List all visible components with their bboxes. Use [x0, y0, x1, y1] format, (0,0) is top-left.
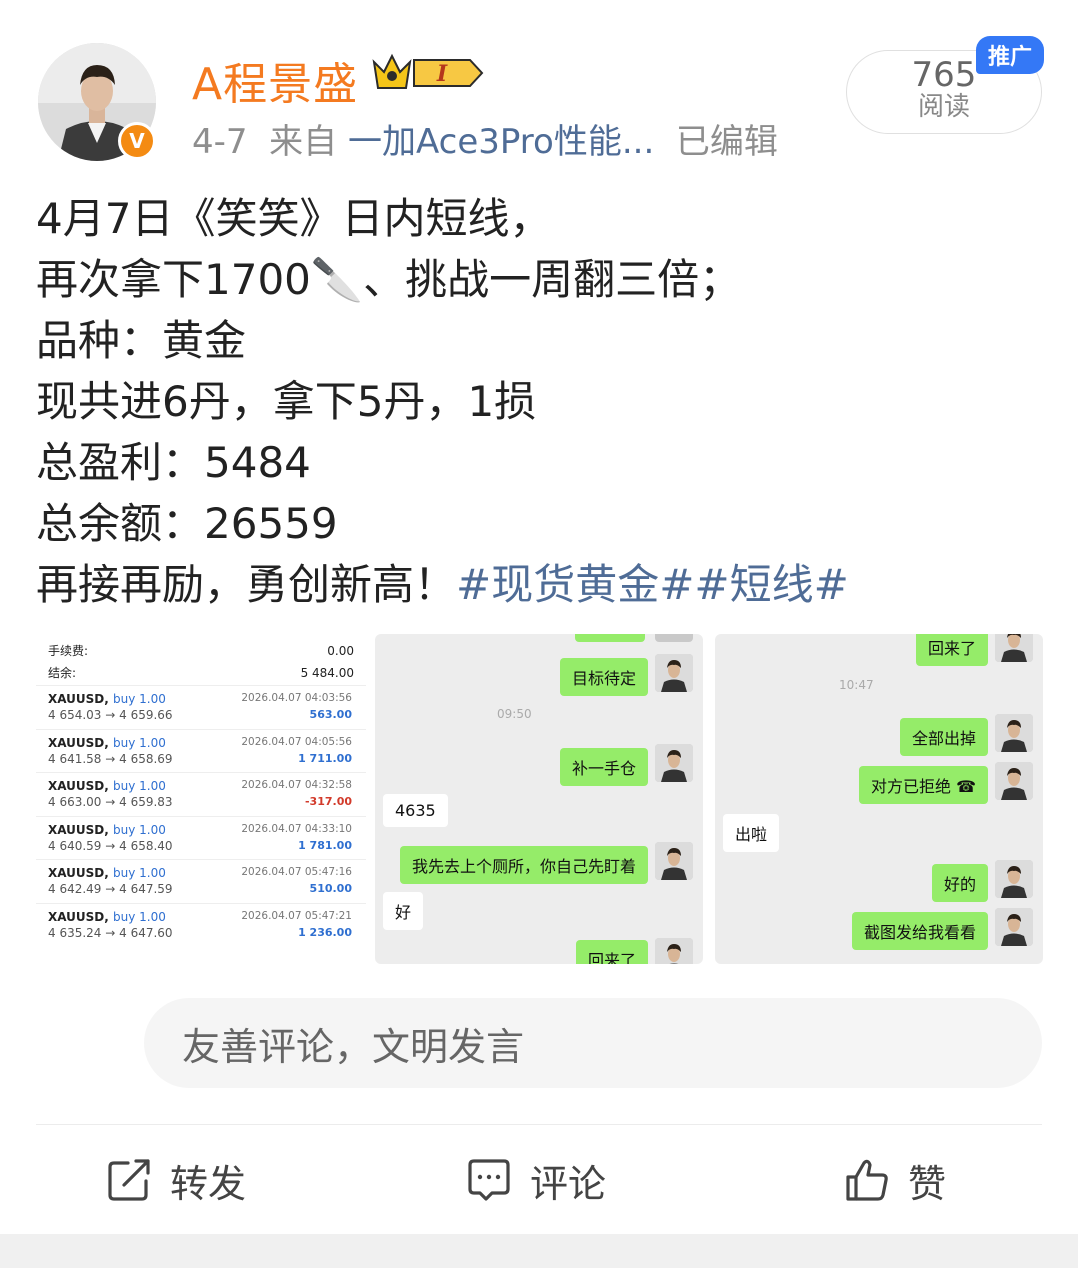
bottom-separator — [0, 1234, 1078, 1268]
trade-profit: 563.00 — [309, 708, 352, 721]
post-line: 品种：黄金 — [36, 316, 247, 365]
post-meta: 4-7 来自 一加Ace3Pro性能... 已编辑 — [192, 114, 778, 163]
chat-bubble-self: 回来了 — [915, 634, 988, 666]
trade-time: 2026.04.07 05:47:16 — [241, 866, 352, 878]
repost-button[interactable]: 转发 — [106, 1150, 246, 1210]
divider — [36, 1124, 1042, 1125]
trade-row: XAUUSD, buy 1.00 4 663.00 → 4 659.83 202… — [36, 773, 366, 817]
post-line: 现共进6丹，拿下5丹，1损 — [36, 377, 537, 426]
chat-bubble-self: 目标待定 — [559, 658, 648, 696]
fee-label: 手续费: — [48, 644, 89, 658]
post-date: 4-7 — [192, 122, 248, 162]
chat-avatar — [995, 860, 1033, 898]
like-label: 赞 — [908, 1161, 947, 1206]
post-line: 4月7日《笑笑》日内短线， — [36, 194, 552, 243]
post-source[interactable]: 一加Ace3Pro性能... — [348, 122, 654, 162]
phone-icon: ☎ — [956, 777, 976, 796]
chat-avatar — [655, 938, 693, 964]
trade-time: 2026.04.07 04:05:56 — [241, 735, 352, 748]
chat-time: 10:47 — [839, 678, 874, 692]
chat-avatar — [995, 714, 1033, 752]
username[interactable]: A程景盛 — [192, 48, 358, 112]
trade-row: XAUUSD, buy 1.00 4 635.24 → 4 647.60 202… — [36, 904, 366, 948]
trade-time: 2026.04.07 05:47:21 — [241, 909, 352, 922]
trade-profit: 1 781.00 — [298, 838, 352, 852]
comment-icon — [468, 1159, 510, 1201]
trade-symbol: XAUUSD, buy 1.00 — [48, 692, 166, 706]
trade-row: XAUUSD, buy 1.00 4 641.58 → 4 658.69 202… — [36, 730, 366, 773]
post-body: 4月7日《笑笑》日内短线， 再次拿下1700🔪、挑战一周翻三倍； 品种：黄金 现… — [36, 188, 1046, 615]
chat-avatar — [995, 762, 1033, 800]
chat-bubble-other: 好 — [383, 892, 424, 930]
chat-bubble-self: 好的 — [931, 864, 988, 902]
thumbs-up-icon — [846, 1159, 888, 1201]
trade-profit: 1 236.00 — [298, 925, 352, 939]
post-line-last: 再接再励，勇创新高！#现货黄金##短线# — [36, 554, 1046, 615]
trade-symbol: XAUUSD, buy 1.00 — [48, 909, 166, 924]
chat-avatar — [655, 842, 693, 880]
post-line: 总盈利：5484 — [36, 438, 311, 487]
trade-prices: 4 663.00 → 4 659.83 — [48, 795, 173, 809]
hashtag-link[interactable]: #现货黄金##短线# — [456, 560, 849, 609]
trade-time: 2026.04.07 04:33:10 — [241, 822, 352, 835]
chat-bubble-cut — [575, 634, 645, 642]
trade-row: XAUUSD, buy 1.00 4 642.49 → 4 647.59 202… — [36, 860, 366, 904]
edited-label[interactable]: 已编辑 — [676, 122, 778, 162]
chat-bubble-self: 补一手仓 — [559, 748, 648, 786]
comment-label: 评论 — [530, 1161, 607, 1206]
chat-avatar — [655, 744, 693, 782]
trade-row: XAUUSD, buy 1.00 4 640.59 → 4 658.40 202… — [36, 817, 366, 860]
trade-time: 2026.04.07 04:03:56 — [241, 692, 352, 704]
trade-symbol: XAUUSD, buy 1.00 — [48, 779, 166, 793]
trade-summary: 手续费: 0.00 结余: 5 484.00 — [36, 634, 366, 686]
chat-bubble-self: 回来了 — [575, 940, 648, 964]
trade-time: 2026.04.07 04:32:58 — [241, 779, 352, 791]
repost-label: 转发 — [170, 1161, 247, 1206]
trade-prices: 4 641.58 → 4 658.69 — [48, 751, 173, 766]
chat-bubble-other: 出啦 — [723, 814, 780, 852]
promote-badge[interactable]: 推广 — [976, 36, 1044, 74]
vip-level-text: I — [436, 61, 448, 87]
trade-symbol: XAUUSD, buy 1.00 — [48, 866, 166, 880]
post-image-chat-1[interactable]: 目标待定 09:50 补一手仓 4635 我先去上个厕所，你自己先盯着 好 回来… — [375, 634, 703, 964]
vip-crown-icon[interactable]: I — [370, 50, 488, 96]
chat-avatar — [655, 654, 693, 692]
chat-bubble-self: 对方已拒绝 ☎ — [858, 766, 988, 804]
trade-prices: 4 642.49 → 4 647.59 — [48, 882, 173, 896]
trade-profit: 510.00 — [309, 882, 352, 895]
chat-avatar — [995, 634, 1033, 662]
chat-avatar — [655, 634, 693, 642]
call-declined-text: 对方已拒绝 — [870, 777, 951, 796]
post-line: 再接再励，勇创新高！ — [36, 560, 457, 609]
trade-prices: 4 640.59 → 4 658.40 — [48, 838, 173, 853]
trade-prices: 4 654.03 → 4 659.66 — [48, 708, 173, 722]
trade-profit: -317.00 — [304, 795, 352, 808]
post-image-chat-2[interactable]: 回来了 10:47 全部出掉 对方已拒绝 ☎ 出啦 好的 截图发给我看看 — [715, 634, 1043, 964]
share-icon — [108, 1159, 150, 1201]
comment-button[interactable]: 评论 — [466, 1150, 606, 1210]
post-line: 再次拿下1700🔪、挑战一周翻三倍； — [36, 255, 742, 304]
read-label: 阅读 — [917, 92, 970, 122]
from-label: 来自 — [269, 122, 338, 162]
trade-profit: 1 711.00 — [298, 751, 352, 765]
balance-value: 5 484.00 — [300, 666, 354, 680]
comment-input[interactable]: 友善评论，文明发言 — [144, 998, 1042, 1088]
trade-symbol: XAUUSD, buy 1.00 — [48, 822, 166, 837]
trade-symbol: XAUUSD, buy 1.00 — [48, 735, 166, 750]
chat-bubble-self: 全部出掉 — [899, 718, 988, 756]
trade-row: XAUUSD, buy 1.00 4 654.03 → 4 659.66 202… — [36, 686, 366, 730]
chat-time: 09:50 — [497, 707, 532, 721]
like-button[interactable]: 赞 — [844, 1150, 946, 1210]
trade-prices: 4 635.24 → 4 647.60 — [48, 925, 173, 940]
post-image-trades[interactable]: 手续费: 0.00 结余: 5 484.00 XAUUSD, buy 1.00 4 … — [36, 634, 366, 964]
balance-label: 结余: — [48, 666, 77, 680]
fee-value: 0.00 — [327, 644, 354, 658]
chat-bubble-other: 4635 — [383, 794, 448, 827]
post-line: 总余额：26559 — [36, 499, 338, 548]
chat-avatar — [995, 908, 1033, 946]
chat-bubble-self: 截图发给我看看 — [851, 912, 988, 950]
chat-bubble-self: 我先去上个厕所，你自己先盯着 — [399, 846, 648, 884]
verified-icon: V — [118, 122, 156, 160]
